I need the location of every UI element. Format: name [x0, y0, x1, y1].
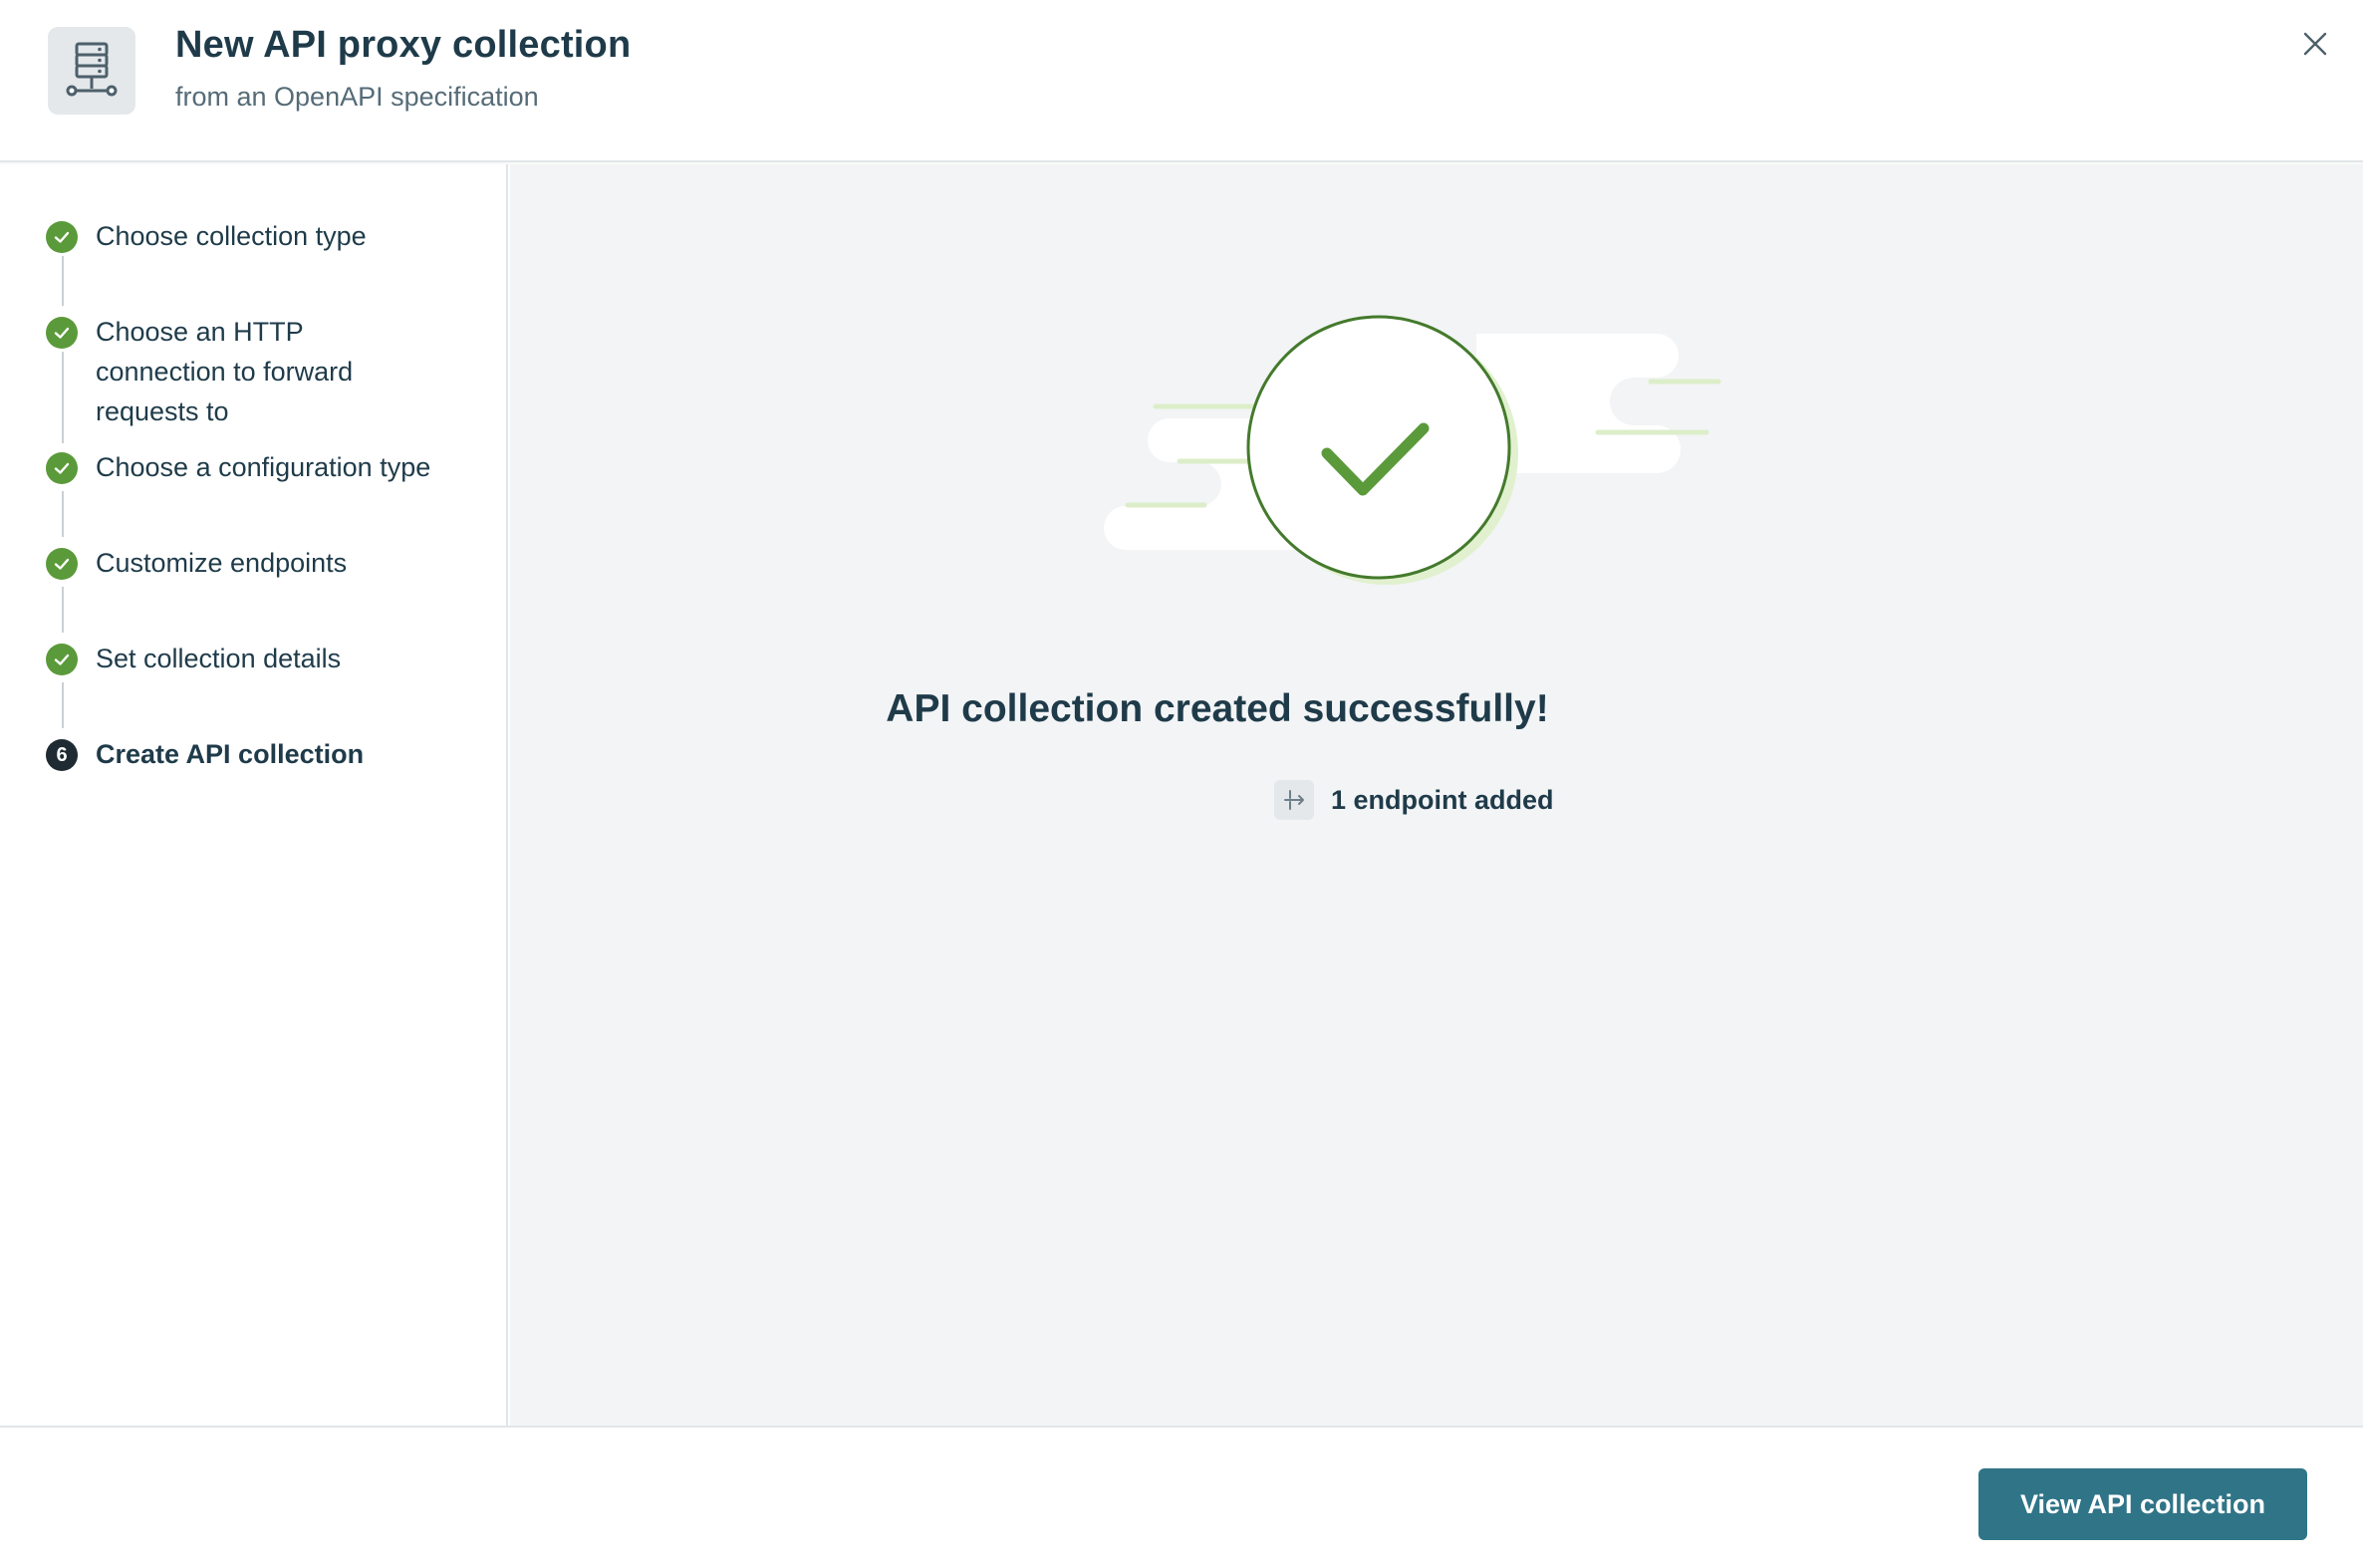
endpoint-icon: [1274, 780, 1314, 820]
step-complete-check-icon: [46, 452, 78, 484]
step-customize-endpoints[interactable]: Customize endpoints: [46, 546, 347, 583]
result-panel: API collection created successfully! 1 e…: [510, 164, 2363, 1426]
step-connector: [62, 491, 64, 537]
close-button[interactable]: [2297, 26, 2333, 62]
close-icon: [2303, 32, 2327, 56]
step-set-collection-details[interactable]: Set collection details: [46, 642, 341, 678]
endpoints-count: 1 endpoint added: [1331, 784, 1554, 815]
step-number-badge: 6: [46, 739, 78, 771]
step-complete-check-icon: [46, 317, 78, 349]
step-choose-configuration-type[interactable]: Choose a configuration type: [46, 450, 430, 487]
step-label: Create API collection: [96, 739, 365, 769]
step-connector: [62, 587, 64, 633]
server-network-icon: [48, 27, 135, 115]
endpoints-summary: 1 endpoint added: [1274, 780, 1554, 820]
step-label: Set collection details: [96, 644, 342, 673]
step-complete-check-icon: [46, 221, 78, 253]
success-illustration: [1088, 299, 1805, 598]
step-label: Choose a configuration type: [96, 452, 431, 482]
step-label: Customize endpoints: [96, 548, 348, 578]
step-label: Choose collection type: [96, 221, 367, 251]
modal-title: New API proxy collection: [175, 24, 632, 66]
step-connector: [62, 682, 64, 728]
step-label: Choose an HTTP connection to forward req…: [96, 317, 354, 426]
view-api-collection-button[interactable]: View API collection: [1978, 1468, 2307, 1540]
modal-subtitle: from an OpenAPI specification: [175, 82, 539, 112]
step-choose-collection-type[interactable]: Choose collection type: [46, 219, 367, 256]
success-title: API collection created successfully!: [886, 687, 1549, 730]
step-create-api-collection[interactable]: 6 Create API collection: [46, 737, 364, 774]
step-complete-check-icon: [46, 644, 78, 675]
step-complete-check-icon: [46, 548, 78, 580]
wizard-stepper: Choose collection type Choose an HTTP co…: [0, 164, 508, 1426]
modal-header: New API proxy collection from an OpenAPI…: [0, 0, 2363, 162]
modal-footer: View API collection: [0, 1426, 2363, 1568]
step-choose-http-connection[interactable]: Choose an HTTP connection to forward req…: [46, 315, 434, 431]
step-connector: [62, 256, 64, 306]
